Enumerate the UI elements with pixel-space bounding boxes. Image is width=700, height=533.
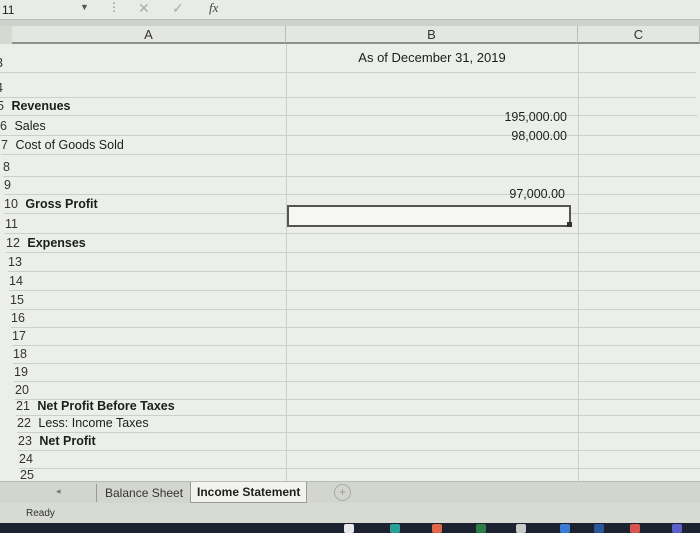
row-number[interactable]: 14: [9, 272, 23, 291]
file-explorer-icon[interactable]: [344, 524, 354, 533]
store-icon[interactable]: [516, 524, 526, 533]
row-8[interactable]: 8: [3, 158, 700, 177]
less-income-taxes-label[interactable]: Less: Income Taxes: [38, 414, 148, 433]
row-number[interactable]: 9: [4, 176, 11, 195]
row-17[interactable]: 17: [12, 327, 700, 346]
expenses-label[interactable]: Expenses: [27, 234, 85, 253]
sheet-tab-bar: ◂ Balance Sheet Income Statement +: [0, 481, 700, 503]
row-14[interactable]: 14: [9, 272, 700, 291]
formula-bar: 11 ▼ ⋮ ✕ ✓ fx: [0, 0, 700, 20]
browser-icon[interactable]: [390, 524, 400, 533]
row-number[interactable]: 11: [5, 215, 18, 234]
app-icon[interactable]: [432, 524, 442, 533]
row-19[interactable]: 19: [14, 363, 700, 382]
word-icon[interactable]: [594, 524, 604, 533]
row-6[interactable]: 6 Sales: [0, 117, 700, 136]
name-box-dropdown-icon[interactable]: ▼: [80, 2, 89, 12]
cogs-value-cell[interactable]: 98,000.00: [447, 129, 567, 143]
taskbar: [0, 523, 700, 533]
row-number[interactable]: 23: [18, 432, 32, 451]
row-number[interactable]: 6: [0, 117, 7, 136]
row-number[interactable]: 4: [0, 79, 3, 98]
row-number[interactable]: 10: [4, 195, 18, 214]
cogs-label[interactable]: Cost of Goods Sold: [15, 136, 123, 155]
pdf-reader-icon[interactable]: [630, 524, 640, 533]
mail-icon[interactable]: [560, 524, 570, 533]
selected-cell-b11[interactable]: [287, 205, 571, 227]
revenues-label[interactable]: Revenues: [11, 97, 70, 116]
column-header-c[interactable]: C: [578, 26, 700, 44]
status-bar: Ready: [0, 503, 700, 523]
gross-profit-label[interactable]: Gross Profit: [25, 195, 97, 214]
column-header-b[interactable]: B: [286, 26, 578, 44]
row-number[interactable]: 8: [3, 158, 10, 177]
tab-balance-sheet[interactable]: Balance Sheet: [96, 484, 191, 502]
gross-profit-value-cell[interactable]: 97,000.00: [445, 187, 565, 201]
row-22[interactable]: 22 Less: Income Taxes: [17, 414, 700, 433]
teams-icon[interactable]: [672, 524, 682, 533]
enter-check-icon[interactable]: ✓: [172, 0, 184, 17]
row-number[interactable]: 5: [0, 97, 4, 116]
select-all-corner[interactable]: [0, 26, 12, 44]
row-3[interactable]: 3: [0, 54, 696, 73]
row-number[interactable]: 15: [10, 291, 24, 310]
row-number[interactable]: 17: [12, 327, 26, 346]
tab-scroll-icon[interactable]: ◂: [56, 486, 61, 497]
row-number[interactable]: 22: [17, 414, 31, 433]
net-profit-label[interactable]: Net Profit: [39, 432, 95, 451]
excel-icon[interactable]: [476, 524, 486, 533]
cancel-icon[interactable]: ✕: [138, 0, 150, 17]
row-number[interactable]: 16: [11, 309, 25, 328]
row-5[interactable]: 5 Revenues: [0, 97, 697, 116]
row-4[interactable]: 4: [0, 79, 696, 98]
tab-income-statement[interactable]: Income Statement: [190, 482, 308, 503]
row-7[interactable]: 7 Cost of Goods Sold: [1, 136, 700, 155]
sales-label[interactable]: Sales: [14, 117, 45, 136]
row-number[interactable]: 13: [8, 253, 22, 272]
row-12[interactable]: 12 Expenses: [6, 234, 700, 253]
row-number[interactable]: 3: [0, 54, 3, 73]
more-options-icon[interactable]: ⋮: [108, 0, 120, 14]
name-box[interactable]: 11: [2, 3, 14, 17]
column-header-a[interactable]: A: [12, 26, 286, 44]
row-23[interactable]: 23 Net Profit: [18, 432, 700, 451]
row-15[interactable]: 15: [10, 291, 700, 310]
insert-function-button[interactable]: fx: [209, 0, 218, 16]
row-number[interactable]: 19: [14, 363, 28, 382]
row-18[interactable]: 18: [13, 345, 700, 364]
row-13[interactable]: 13: [8, 253, 700, 272]
ready-status: Ready: [26, 508, 55, 519]
row-number[interactable]: 7: [1, 136, 8, 155]
row-number[interactable]: 12: [6, 234, 20, 253]
row-9[interactable]: 9: [4, 176, 700, 195]
add-sheet-button[interactable]: +: [334, 484, 351, 501]
row-16[interactable]: 16: [11, 309, 700, 328]
row-number[interactable]: 18: [13, 345, 27, 364]
fill-handle[interactable]: [567, 222, 572, 227]
sales-value-cell[interactable]: 195,000.00: [447, 110, 567, 124]
